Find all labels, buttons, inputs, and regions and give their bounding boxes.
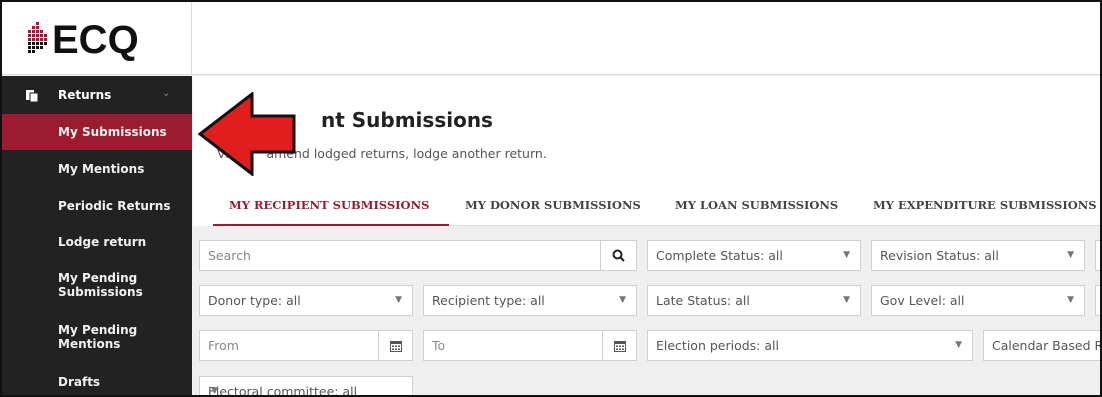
calendar-based-value: Calendar Based R: [992, 338, 1102, 353]
to-date-input[interactable]: To: [423, 330, 603, 361]
sidebar-item-periodic-returns[interactable]: Periodic Returns: [2, 188, 192, 224]
from-calendar-button[interactable]: [378, 330, 413, 361]
electoral-committee-select[interactable]: Electoral committee: all ▼: [199, 376, 413, 397]
gov-level-select[interactable]: Gov Level: all ▼: [871, 285, 1085, 316]
page-title-text: nt Submissions: [321, 108, 493, 132]
late-status-value: Late Status: all: [656, 293, 750, 308]
caret-down-icon: ▼: [843, 250, 850, 260]
donor-type-value: Donor type: all: [208, 293, 301, 308]
electoral-committee-value: Electoral committee: all: [208, 384, 358, 397]
complete-status-select[interactable]: Complete Status: all ▼: [647, 240, 861, 271]
sidebar-item-label: My Submissions: [58, 125, 167, 139]
sidebar-item-my-mentions[interactable]: My Mentions: [2, 150, 192, 188]
tab-my-recipient-submissions[interactable]: MY RECIPIENT SUBMISSIONS: [229, 198, 429, 212]
caret-down-icon: ▼: [843, 295, 850, 305]
sidebar-item-drafts[interactable]: Drafts: [2, 368, 192, 395]
sidebar-item-label: Lodge return: [58, 235, 147, 249]
filter-select-partial-2[interactable]: [1095, 285, 1100, 316]
sidebar-item-label: Drafts: [58, 375, 101, 389]
sidebar-item-label: My Pending Mentions: [58, 323, 138, 351]
document-icon: [26, 90, 38, 102]
caret-down-icon: ▼: [619, 295, 626, 305]
from-date-input[interactable]: From: [199, 330, 379, 361]
to-placeholder: To: [432, 338, 446, 353]
filter-panel: Search Complete Status: all ▼ Revision St…: [193, 226, 1102, 397]
caret-down-icon: ▼: [211, 386, 218, 396]
sidebar-item-my-pending-mentions[interactable]: My Pending Mentions: [2, 314, 192, 360]
chevron-down-icon: ⌄: [162, 88, 171, 99]
logo[interactable]: ECQ: [2, 2, 192, 75]
search-button[interactable]: [600, 240, 637, 271]
tab-bar: MY RECIPIENT SUBMISSIONS MY DONOR SUBMIS…: [213, 188, 1100, 226]
search-placeholder: Search: [208, 248, 251, 263]
sidebar-section-returns[interactable]: Returns ⌄: [2, 76, 192, 114]
complete-status-value: Complete Status: all: [656, 248, 783, 263]
caret-down-icon: ▼: [1067, 295, 1074, 305]
main-content: nt Submissions Vieamend lodged returns, …: [193, 76, 1102, 397]
election-periods-value: Election periods: all: [656, 338, 779, 353]
app-window: ECQ Returns ⌄ My Submissions My Mentions…: [0, 0, 1102, 397]
top-bar: ECQ: [2, 2, 1100, 75]
calendar-icon: [389, 340, 402, 352]
calendar-icon: [613, 340, 626, 352]
revision-status-select[interactable]: Revision Status: all ▼: [871, 240, 1085, 271]
tab-my-donor-submissions[interactable]: MY DONOR SUBMISSIONS: [465, 198, 641, 212]
donor-type-select[interactable]: Donor type: all ▼: [199, 285, 413, 316]
election-periods-select[interactable]: Election periods: all ▼: [647, 330, 973, 361]
recipient-type-select[interactable]: Recipient type: all ▼: [423, 285, 637, 316]
caret-down-icon: ▼: [1067, 250, 1074, 260]
filter-select-partial[interactable]: [1095, 240, 1100, 271]
to-calendar-button[interactable]: [602, 330, 637, 361]
sidebar-item-lodge-return[interactable]: Lodge return: [2, 224, 192, 260]
sidebar: Returns ⌄ My Submissions My Mentions Per…: [2, 76, 192, 395]
sidebar-section-label: Returns: [58, 88, 112, 102]
calendar-based-select[interactable]: Calendar Based R: [983, 330, 1102, 361]
sidebar-item-label: My Mentions: [58, 162, 145, 176]
page-subtitle-text: lodged returns, lodge another return.: [313, 146, 547, 161]
revision-status-value: Revision Status: all: [880, 248, 999, 263]
caret-down-icon: ▼: [955, 340, 962, 350]
tab-my-expenditure-submissions[interactable]: MY EXPENDITURE SUBMISSIONS: [873, 198, 1097, 212]
annotation-arrow-icon: [198, 92, 296, 176]
gov-level-value: Gov Level: all: [880, 293, 965, 308]
sidebar-item-my-submissions[interactable]: My Submissions: [2, 114, 192, 150]
recipient-type-value: Recipient type: all: [432, 293, 545, 308]
search-icon: [612, 249, 625, 262]
sidebar-item-label: Periodic Returns: [58, 199, 171, 213]
logo-text: ECQ: [52, 18, 139, 62]
logo-mark-icon: [28, 22, 47, 53]
sidebar-item-label: My Pending Submissions: [58, 271, 143, 299]
late-status-select[interactable]: Late Status: all ▼: [647, 285, 861, 316]
caret-down-icon: ▼: [395, 295, 402, 305]
tab-my-loan-submissions[interactable]: MY LOAN SUBMISSIONS: [675, 198, 838, 212]
from-placeholder: From: [208, 338, 239, 353]
search-input[interactable]: Search: [199, 240, 601, 271]
sidebar-item-my-pending-submissions[interactable]: My Pending Submissions: [2, 262, 162, 308]
